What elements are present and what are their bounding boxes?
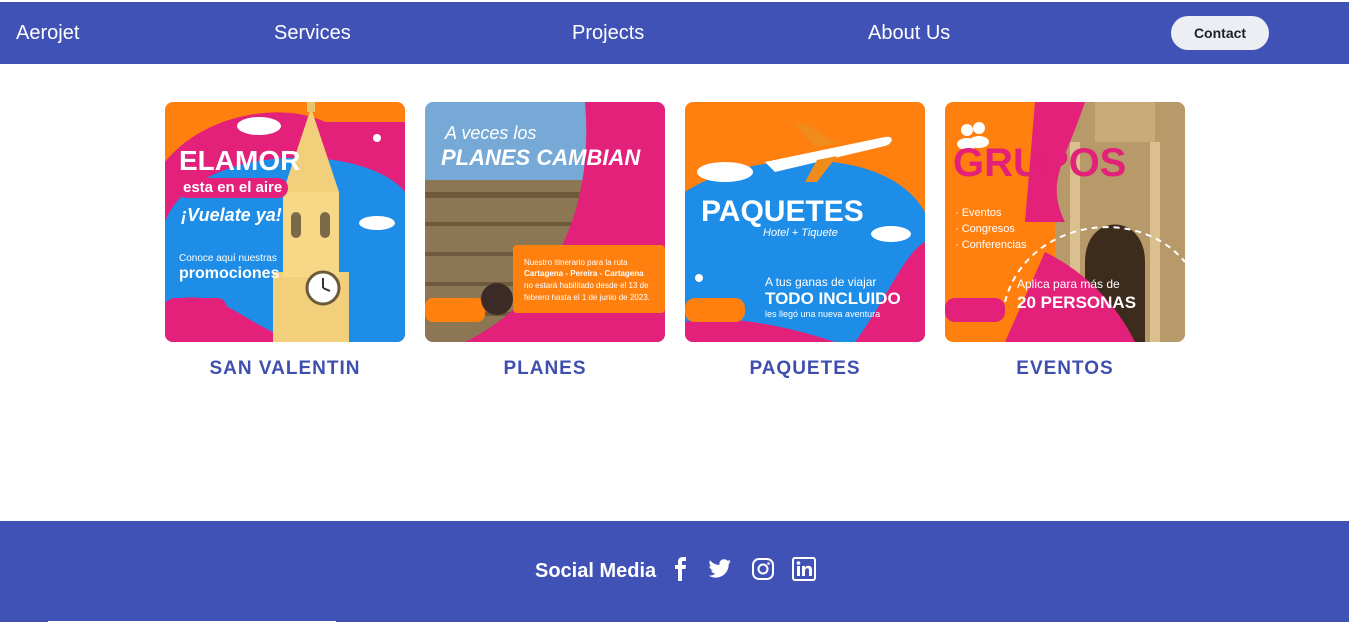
social-media-label: Social Media xyxy=(535,560,657,582)
card-title[interactable]: PLANES xyxy=(425,358,665,380)
promo-text-2: PLANES CAMBIAN xyxy=(441,145,641,170)
promo-text-6: 20 PERSONAS xyxy=(1017,293,1137,312)
card-eventos[interactable]: GRUPOS · Eventos · Congresos · Conferenc… xyxy=(945,102,1185,380)
card-planes[interactable]: A veces los PLANES CAMBIAN Nuestro itine… xyxy=(425,102,665,380)
promo-text-5: no estará habilitado desde el 13 de xyxy=(524,281,649,290)
promo-text-6: febrero hasta el 1 de junio de 2023. xyxy=(524,293,650,302)
promo-text-4: Conoce aquí nuestras xyxy=(179,253,277,264)
card-image-san-valentin[interactable]: ELAMOR esta en el aire ¡Vuelate ya! Cono… xyxy=(165,102,405,342)
card-image-eventos[interactable]: GRUPOS · Eventos · Congresos · Conferenc… xyxy=(945,102,1185,342)
facebook-icon[interactable] xyxy=(669,557,693,581)
footer: Social Media xyxy=(0,521,1349,622)
nav-link-services[interactable]: Services xyxy=(274,22,351,45)
promo-text-1: GRUPOS xyxy=(953,141,1127,185)
nav-link-projects[interactable]: Projects xyxy=(572,22,644,45)
promo-text-4: Cartagena - Pereira - Cartagena xyxy=(524,269,644,278)
promo-text-1: PAQUETES xyxy=(701,195,864,228)
promo-text-3: · Congresos xyxy=(955,223,1015,235)
promo-text-3: A tus ganas de viajar xyxy=(765,275,877,289)
promo-text-2: esta en el aire xyxy=(177,178,289,198)
promo-text-5: promociones xyxy=(179,265,280,282)
promo-text-3: Nuestro itinerario para la ruta xyxy=(524,258,628,267)
card-title[interactable]: PAQUETES xyxy=(685,358,925,380)
card-paquetes[interactable]: PAQUETES Hotel + Tiquete A tus ganas de … xyxy=(685,102,925,380)
contact-button[interactable]: Contact xyxy=(1171,16,1269,50)
promo-text-1: A veces los xyxy=(445,123,537,143)
promo-text-2: Hotel + Tiquete xyxy=(763,227,838,239)
promo-text-1: ELAMOR xyxy=(179,145,301,176)
card-san-valentin[interactable]: ELAMOR esta en el aire ¡Vuelate ya! Cono… xyxy=(165,102,405,380)
navbar: Aerojet Services Projects About Us Conta… xyxy=(0,2,1349,64)
promo-text-5: les llegó una nueva aventura xyxy=(765,309,881,319)
card-image-planes[interactable]: A veces los PLANES CAMBIAN Nuestro itine… xyxy=(425,102,665,342)
card-title[interactable]: SAN VALENTIN xyxy=(165,358,405,380)
promo-text-2: · Eventos xyxy=(955,207,1002,219)
brand-logo[interactable]: Aerojet xyxy=(16,22,79,45)
twitter-icon[interactable] xyxy=(708,557,732,581)
card-title[interactable]: EVENTOS xyxy=(945,358,1185,380)
card-image-paquetes[interactable]: PAQUETES Hotel + Tiquete A tus ganas de … xyxy=(685,102,925,342)
instagram-icon[interactable] xyxy=(751,557,775,581)
linkedin-icon[interactable] xyxy=(792,557,816,581)
promo-text-4: · Conferencias xyxy=(955,239,1027,251)
nav-link-about-us[interactable]: About Us xyxy=(868,22,950,45)
promo-text-4: TODO INCLUIDO xyxy=(765,289,901,308)
promo-text-3: ¡Vuelate ya! xyxy=(181,205,282,225)
promo-text-5: Aplica para más de xyxy=(1017,277,1120,291)
